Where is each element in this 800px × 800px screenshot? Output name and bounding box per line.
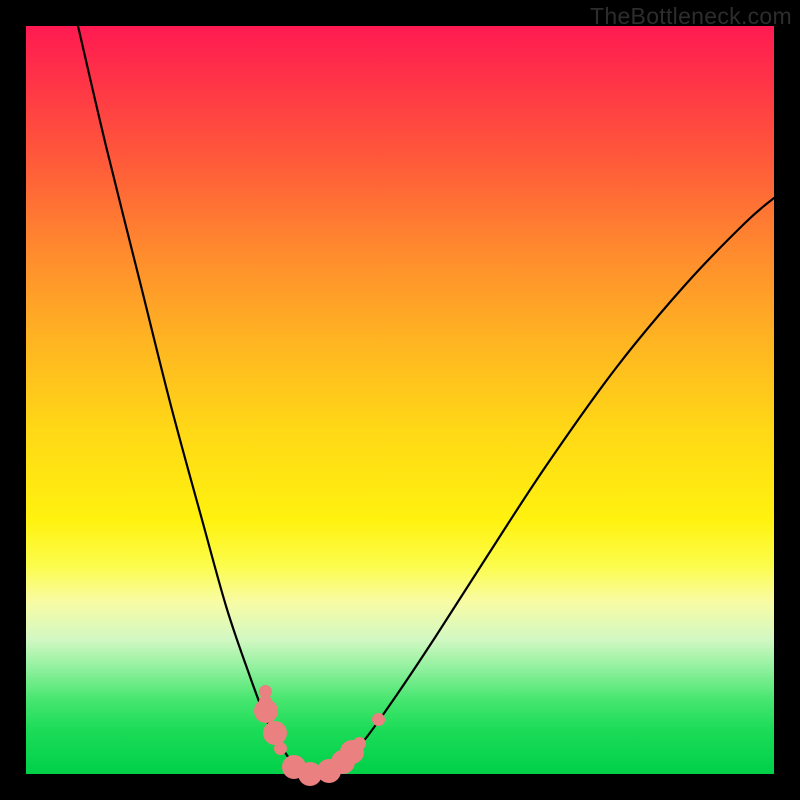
curve-layer	[26, 26, 774, 774]
watermark-text: TheBottleneck.com	[590, 3, 792, 30]
marker-dot	[372, 713, 385, 726]
bottleneck-curve	[78, 26, 774, 774]
marker-dot	[263, 721, 287, 745]
marker-dot	[254, 699, 278, 723]
marker-dot	[274, 742, 287, 755]
marker-dot	[353, 737, 366, 750]
